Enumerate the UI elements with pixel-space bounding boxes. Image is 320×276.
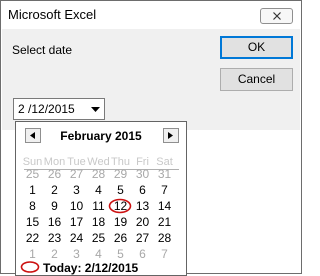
calendar-day[interactable]: 6	[131, 183, 154, 197]
calendar-day[interactable]: 2	[43, 183, 66, 197]
today-label[interactable]: Today: 2/12/2015	[43, 261, 138, 275]
calendar-day[interactable]: 8	[21, 199, 44, 213]
calendar-day[interactable]: 7	[153, 247, 176, 261]
title-bar[interactable]: Microsoft Excel	[1, 1, 301, 29]
today-link[interactable]: Today: 2/12/2015	[20, 261, 170, 275]
calendar-day[interactable]: 4	[87, 247, 110, 261]
cancel-button[interactable]: Cancel	[220, 68, 293, 91]
close-button[interactable]	[260, 8, 293, 24]
calendar-day[interactable]: 21	[153, 215, 176, 229]
selected-day-circle-icon	[108, 198, 132, 214]
calendar-day[interactable]: 29	[109, 167, 132, 181]
calendar-day[interactable]: 15	[21, 215, 44, 229]
close-icon	[273, 12, 281, 20]
calendar-day[interactable]: 6	[131, 247, 154, 261]
calendar-day[interactable]: 19	[109, 215, 132, 229]
calendar-day[interactable]: 5	[109, 183, 132, 197]
calendar-day[interactable]: 25	[21, 167, 44, 181]
calendar-day[interactable]: 26	[109, 231, 132, 245]
calendar-day[interactable]: 31	[153, 167, 176, 181]
calendar-day[interactable]: 30	[131, 167, 154, 181]
ok-button[interactable]: OK	[220, 36, 293, 59]
calendar-day[interactable]: 22	[21, 231, 44, 245]
calendar-day[interactable]: 9	[43, 199, 66, 213]
calendar-day[interactable]: 20	[131, 215, 154, 229]
calendar-day[interactable]: 10	[65, 199, 88, 213]
chevron-down-icon	[91, 107, 100, 112]
prev-month-button[interactable]	[25, 128, 41, 143]
calendar-day[interactable]: 14	[153, 199, 176, 213]
month-label[interactable]: February 2015	[46, 129, 156, 143]
today-circle-icon	[20, 261, 40, 273]
calendar-day[interactable]: 17	[65, 215, 88, 229]
calendar-day[interactable]: 24	[65, 231, 88, 245]
calendar-day[interactable]: 18	[87, 215, 110, 229]
calendar-day[interactable]: 1	[21, 247, 44, 261]
calendar-day[interactable]: 28	[153, 231, 176, 245]
calendar-day[interactable]: 2	[43, 247, 66, 261]
calendar-day[interactable]: 26	[43, 167, 66, 181]
chevron-right-icon	[168, 132, 173, 139]
window-title: Microsoft Excel	[8, 7, 97, 22]
calendar-day[interactable]: 1	[21, 183, 44, 197]
date-dropdown-button[interactable]	[87, 99, 104, 119]
calendar-day[interactable]: 16	[43, 215, 66, 229]
calendar-day[interactable]: 27	[65, 167, 88, 181]
chevron-left-icon	[30, 132, 35, 139]
calendar-day[interactable]: 3	[65, 183, 88, 197]
calendar-day[interactable]: 25	[87, 231, 110, 245]
date-picker[interactable]: 2 /12/2015	[13, 98, 105, 120]
calendar-day[interactable]: 28	[87, 167, 110, 181]
calendar-day[interactable]: 27	[131, 231, 154, 245]
prompt-label: Select date	[12, 43, 73, 57]
calendar-day[interactable]: 3	[65, 247, 88, 261]
calendar-day[interactable]: 7	[153, 183, 176, 197]
calendar-day[interactable]: 11	[87, 199, 110, 213]
next-month-button[interactable]	[163, 128, 179, 143]
calendar-day[interactable]: 4	[87, 183, 110, 197]
calendar-day[interactable]: 13	[131, 199, 154, 213]
calendar-dropdown: February 2015 Sun Mon Tue Wed Thu Fri Sat 25 26…	[15, 121, 187, 276]
calendar-day[interactable]: 5	[109, 247, 132, 261]
date-value[interactable]: 2 /12/2015	[18, 102, 75, 116]
calendar-day[interactable]: 23	[43, 231, 66, 245]
